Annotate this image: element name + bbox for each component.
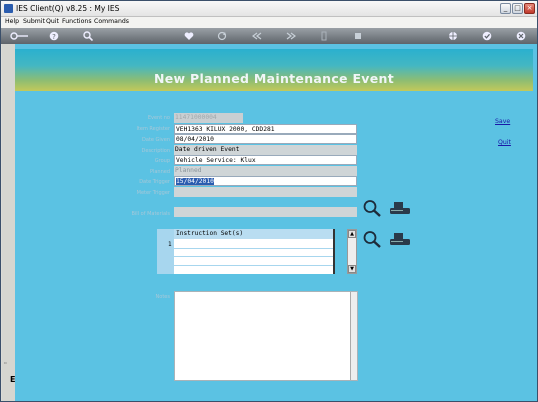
instruction-scanner-icon[interactable] <box>389 231 411 247</box>
date-trigger-field[interactable]: 15/04/2010 <box>174 176 357 186</box>
scroll-up-button[interactable]: ▲ <box>348 230 356 238</box>
app-logo-icon <box>4 4 13 13</box>
bill-of-materials-label: Bill of Materials <box>131 211 170 217</box>
rewind-icon[interactable] <box>252 31 262 41</box>
save-link[interactable]: Save <box>495 118 510 125</box>
refresh-icon[interactable] <box>217 31 227 41</box>
instruction-search-icon[interactable] <box>362 230 382 248</box>
quit-link[interactable]: Quit <box>498 139 511 146</box>
globe-icon[interactable] <box>448 31 458 41</box>
menu-submit[interactable]: Submit <box>23 18 45 25</box>
planned-field: Planned <box>174 166 357 176</box>
bom-scanner-icon[interactable] <box>389 200 411 216</box>
table-row[interactable] <box>174 248 333 249</box>
meter-trigger-label: Meter Trigger <box>136 190 170 196</box>
side-mark-icon: E <box>10 375 16 384</box>
instruction-sets-list[interactable]: 1 Instruction Set(s) ▲ ▼ <box>157 229 357 274</box>
date-given-field[interactable]: 08/04/2010 <box>174 134 357 144</box>
date-given-label: Date Given <box>141 137 170 143</box>
side-mark-small-icon: ▫ <box>4 360 7 365</box>
menu-help[interactable]: Help <box>5 18 19 25</box>
date-trigger-value: 15/04/2010 <box>176 178 214 185</box>
event-no-field: 11471000004 <box>174 113 243 123</box>
app-window: IES Client(Q) v8.25 : My IES _ □ × Help … <box>0 0 538 402</box>
search-icon[interactable] <box>83 31 94 42</box>
description-field[interactable]: Date driven Event <box>174 145 357 155</box>
info-icon[interactable] <box>319 31 329 41</box>
check-icon[interactable] <box>482 31 492 41</box>
close-icon[interactable] <box>516 31 526 41</box>
group-field[interactable]: Vehicle Service: Klux <box>174 155 357 165</box>
date-trigger-label: Date Trigger <box>139 179 170 185</box>
scroll-down-button[interactable]: ▼ <box>348 265 356 273</box>
fast-forward-icon[interactable] <box>286 31 296 41</box>
instruction-sets-gutter <box>157 229 174 274</box>
heart-icon[interactable] <box>184 31 194 41</box>
key-icon[interactable] <box>9 31 29 41</box>
svg-text:?: ? <box>52 33 56 41</box>
group-label: Group <box>154 158 170 164</box>
notes-label: Notes <box>155 294 170 300</box>
notes-textarea[interactable] <box>174 291 358 381</box>
page-title: New Planned Maintenance Event <box>153 71 395 86</box>
notes-scrollbar[interactable] <box>350 292 357 380</box>
menu-quit[interactable]: Quit <box>46 18 59 25</box>
form-area: ▫ E New Planned Maintenance Event Event … <box>2 44 537 401</box>
item-register-field[interactable]: VEH1363 KILUX 2000, CDD281 <box>174 124 357 134</box>
bom-search-icon[interactable] <box>362 199 382 217</box>
table-row[interactable] <box>174 265 333 266</box>
maximize-button[interactable]: □ <box>512 3 523 14</box>
close-window-button[interactable]: × <box>524 3 535 14</box>
instruction-sets-scrollbar[interactable]: ▲ ▼ <box>347 229 357 274</box>
planned-label: Planned <box>149 169 170 175</box>
description-label: Description <box>141 148 170 154</box>
menu-functions[interactable]: Functions <box>62 18 92 25</box>
banner: New Planned Maintenance Event <box>15 49 533 91</box>
item-register-label: Item Register <box>136 126 170 132</box>
instruction-sets-header: Instruction Set(s) <box>174 229 333 239</box>
minimize-button[interactable]: _ <box>500 3 511 14</box>
instruction-sets-spacer <box>335 229 347 274</box>
toolbar: ? <box>1 28 537 44</box>
bill-of-materials-field[interactable] <box>174 207 357 217</box>
help-icon[interactable]: ? <box>49 31 59 41</box>
menu-bar: Help Submit Quit Functions Commands <box>1 17 537 28</box>
table-row[interactable] <box>174 256 333 257</box>
event-no-label: Event no <box>147 115 170 121</box>
title-bar[interactable]: IES Client(Q) v8.25 : My IES _ □ × <box>1 1 537 17</box>
stop-icon[interactable] <box>353 31 363 41</box>
meter-trigger-field[interactable] <box>174 187 357 197</box>
side-panel: ▫ E <box>2 44 15 401</box>
menu-commands[interactable]: Commands <box>94 18 129 25</box>
window-title: IES Client(Q) v8.25 : My IES <box>16 4 120 13</box>
instruction-set-row-number: 1 <box>168 241 172 248</box>
